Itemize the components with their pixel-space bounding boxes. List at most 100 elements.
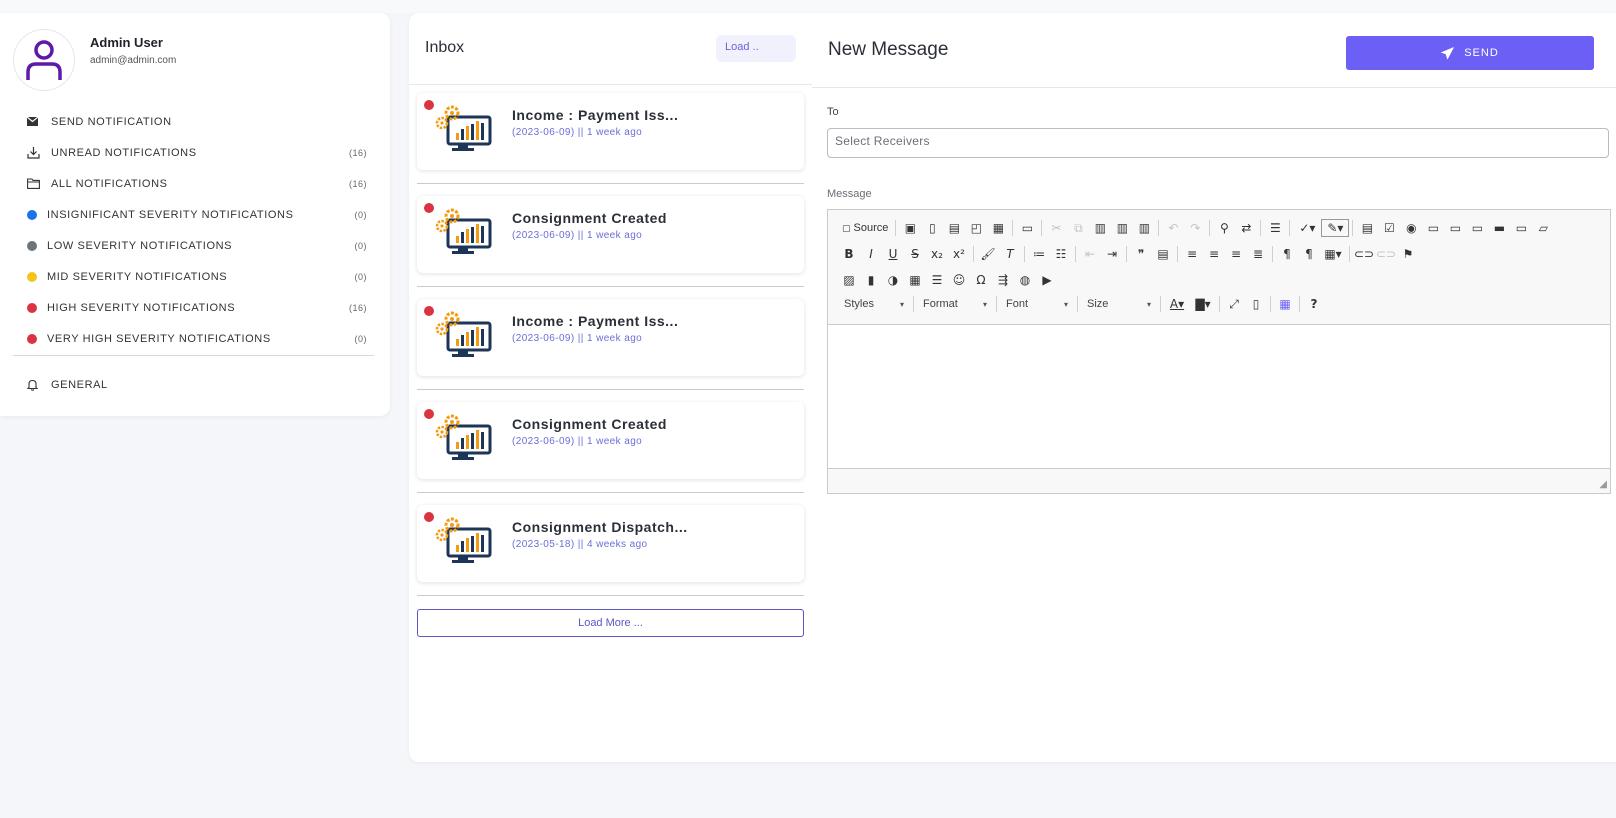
new-page-icon[interactable]: ▯ bbox=[921, 218, 943, 238]
bold-icon[interactable]: B bbox=[838, 244, 860, 264]
message-card[interactable]: Consignment Created (2023-06-09) || 1 we… bbox=[417, 402, 804, 479]
envelope-icon bbox=[27, 117, 45, 126]
underline-icon[interactable]: U bbox=[882, 244, 904, 264]
font-dropdown[interactable]: Font ▾ bbox=[1000, 295, 1074, 313]
find-icon[interactable]: ⚲ bbox=[1213, 218, 1235, 238]
horizontal-rule-icon[interactable]: ☰ bbox=[926, 270, 948, 290]
radio-icon[interactable]: ◉ bbox=[1400, 218, 1422, 238]
resize-handle-icon[interactable]: ◢ bbox=[1599, 479, 1607, 490]
message-body-editor[interactable] bbox=[828, 325, 1610, 468]
templates-icon[interactable]: ▭ bbox=[1016, 218, 1038, 238]
bg-color-icon[interactable]: ▇▾ bbox=[1190, 294, 1216, 314]
preview-icon[interactable]: ◰ bbox=[965, 218, 987, 238]
align-justify-icon[interactable]: ≣ bbox=[1247, 244, 1269, 264]
outdent-icon[interactable]: ⇤ bbox=[1079, 244, 1101, 264]
help-icon[interactable]: ? bbox=[1303, 294, 1325, 314]
show-blocks-icon[interactable]: ▯ bbox=[1245, 294, 1267, 314]
toolbar-row-1: ▢ Source ▣ ▯ ▤ ◰ ▦ ▭ ✂ ⧉ ▥ ▥ ▥ ↶ ↷ ⚲ ⇄ ☰… bbox=[838, 217, 1554, 239]
numbered-list-icon[interactable]: ≔ bbox=[1028, 244, 1050, 264]
rtl-icon[interactable]: ¶ bbox=[1298, 244, 1320, 264]
text-color-icon[interactable]: A▾ bbox=[1164, 294, 1190, 314]
bulleted-list-icon[interactable]: ☷ bbox=[1050, 244, 1072, 264]
sidebar-item-insignificant-severity[interactable]: INSIGNIFICANT SEVERITY NOTIFICATIONS (0) bbox=[27, 199, 367, 230]
select-all-icon[interactable]: ☰ bbox=[1264, 218, 1286, 238]
save-icon[interactable]: ▣ bbox=[899, 218, 921, 238]
div-icon[interactable]: ▤ bbox=[1152, 244, 1174, 264]
superscript-icon[interactable]: x² bbox=[948, 244, 970, 264]
hidden-field-icon[interactable]: ▱ bbox=[1532, 218, 1554, 238]
print-icon[interactable]: ▦ bbox=[987, 218, 1009, 238]
message-card[interactable]: Income : Payment Iss... (2023-06-09) || … bbox=[417, 93, 804, 170]
copy-format-icon[interactable]: 🖌 bbox=[977, 244, 999, 264]
maximize-icon[interactable]: ⤢ bbox=[1223, 294, 1245, 314]
select-field-icon[interactable]: ▭ bbox=[1466, 218, 1488, 238]
undo-icon[interactable]: ↶ bbox=[1162, 218, 1184, 238]
button-field-icon[interactable]: ▬ bbox=[1488, 218, 1510, 238]
youtube-icon[interactable]: ▶ bbox=[1036, 270, 1058, 290]
styles-dropdown[interactable]: Styles ▾ bbox=[838, 295, 910, 313]
page-break-icon[interactable]: ⇶ bbox=[992, 270, 1014, 290]
unread-dot-icon bbox=[424, 512, 434, 522]
format-dropdown[interactable]: Format ▾ bbox=[917, 295, 993, 313]
message-card[interactable]: Consignment Created (2023-06-09) || 1 we… bbox=[417, 196, 804, 273]
align-center-icon[interactable]: ≡ bbox=[1203, 244, 1225, 264]
table-icon[interactable]: ▦ bbox=[904, 270, 926, 290]
paste-icon[interactable]: ▥ bbox=[1089, 218, 1111, 238]
load-more-button[interactable]: Load More ... bbox=[417, 609, 804, 637]
flash-icon[interactable]: ◑ bbox=[882, 270, 904, 290]
grid-icon[interactable]: ▦ bbox=[1274, 294, 1296, 314]
message-card[interactable]: Consignment Dispatch... (2023-05-18) || … bbox=[417, 505, 804, 582]
ltr-icon[interactable]: ¶ bbox=[1276, 244, 1298, 264]
indent-icon[interactable]: ⇥ bbox=[1101, 244, 1123, 264]
remove-format-icon[interactable]: T bbox=[999, 244, 1021, 264]
load-button[interactable]: Load .. bbox=[716, 35, 796, 62]
sidebar-item-unread-notifications[interactable]: UNREAD NOTIFICATIONS (16) bbox=[27, 137, 367, 168]
paste-word-icon[interactable]: ▥ bbox=[1133, 218, 1155, 238]
smiley-icon[interactable]: ☺ bbox=[948, 270, 970, 290]
avatar[interactable] bbox=[13, 29, 75, 91]
image-icon[interactable]: ▨ bbox=[838, 270, 860, 290]
unlink-icon[interactable]: ⊂⊃ bbox=[1375, 244, 1397, 264]
toolbar-row-3: ▨ ▮ ◑ ▦ ☰ ☺ Ω ⇶ ◍ ▶ bbox=[838, 269, 1058, 291]
subscript-icon[interactable]: x₂ bbox=[926, 244, 948, 264]
italic-icon[interactable]: I bbox=[860, 244, 882, 264]
message-title: Consignment Dispatch... bbox=[512, 519, 688, 535]
sidebar-item-all-notifications[interactable]: ALL NOTIFICATIONS (16) bbox=[27, 168, 367, 199]
replace-icon[interactable]: ⇄ bbox=[1235, 218, 1257, 238]
sidebar-item-general[interactable]: GENERAL bbox=[27, 369, 367, 400]
textarea-icon[interactable]: ▭ bbox=[1444, 218, 1466, 238]
sidebar-item-low-severity[interactable]: LOW SEVERITY NOTIFICATIONS (0) bbox=[27, 230, 367, 261]
sidebar-item-mid-severity[interactable]: MID SEVERITY NOTIFICATIONS (0) bbox=[27, 261, 367, 292]
sidebar-item-very-high-severity[interactable]: VERY HIGH SEVERITY NOTIFICATIONS (0) bbox=[27, 323, 367, 354]
main-panel: Inbox Load .. Income : Payment Iss... (2… bbox=[409, 13, 1616, 762]
checkbox-icon[interactable]: ☑ bbox=[1378, 218, 1400, 238]
send-button[interactable]: SEND bbox=[1346, 36, 1594, 70]
sidebar-item-send-notification[interactable]: SEND NOTIFICATION bbox=[27, 106, 367, 137]
redo-icon[interactable]: ↷ bbox=[1184, 218, 1206, 238]
form-icon[interactable]: ▤ bbox=[1356, 218, 1378, 238]
receivers-select[interactable]: Select Receivers bbox=[827, 128, 1609, 158]
paste-text-icon[interactable]: ▥ bbox=[1111, 218, 1133, 238]
size-dropdown[interactable]: Size ▾ bbox=[1081, 295, 1157, 313]
link-icon[interactable]: ⊂⊃ bbox=[1353, 244, 1375, 264]
spellcheck-icon[interactable]: ✓▾ bbox=[1293, 218, 1321, 238]
special-char-icon[interactable]: Ω bbox=[970, 270, 992, 290]
chart-icon[interactable]: ▮ bbox=[860, 270, 882, 290]
align-left-icon[interactable]: ≡ bbox=[1181, 244, 1203, 264]
message-card[interactable]: Income : Payment Iss... (2023-06-09) || … bbox=[417, 299, 804, 376]
iframe-icon[interactable]: ◍ bbox=[1014, 270, 1036, 290]
language-icon[interactable]: ▦▾ bbox=[1320, 244, 1346, 264]
source-button[interactable]: ▢ Source bbox=[838, 222, 892, 234]
align-right-icon[interactable]: ≡ bbox=[1225, 244, 1247, 264]
blockquote-icon[interactable]: ❞ bbox=[1130, 244, 1152, 264]
anchor-icon[interactable]: ⚑ bbox=[1397, 244, 1419, 264]
severity-count: (16) bbox=[348, 302, 367, 313]
cut-icon[interactable]: ✂ bbox=[1045, 218, 1067, 238]
strike-icon[interactable]: S bbox=[904, 244, 926, 264]
sidebar-item-high-severity[interactable]: HIGH SEVERITY NOTIFICATIONS (16) bbox=[27, 292, 367, 323]
textfield-icon[interactable]: ▭ bbox=[1422, 218, 1444, 238]
copy-icon[interactable]: ⧉ bbox=[1067, 218, 1089, 238]
image-button-icon[interactable]: ▭ bbox=[1510, 218, 1532, 238]
scayt-icon[interactable]: ✎▾ bbox=[1321, 219, 1350, 237]
export-pdf-icon[interactable]: ▤ bbox=[943, 218, 965, 238]
